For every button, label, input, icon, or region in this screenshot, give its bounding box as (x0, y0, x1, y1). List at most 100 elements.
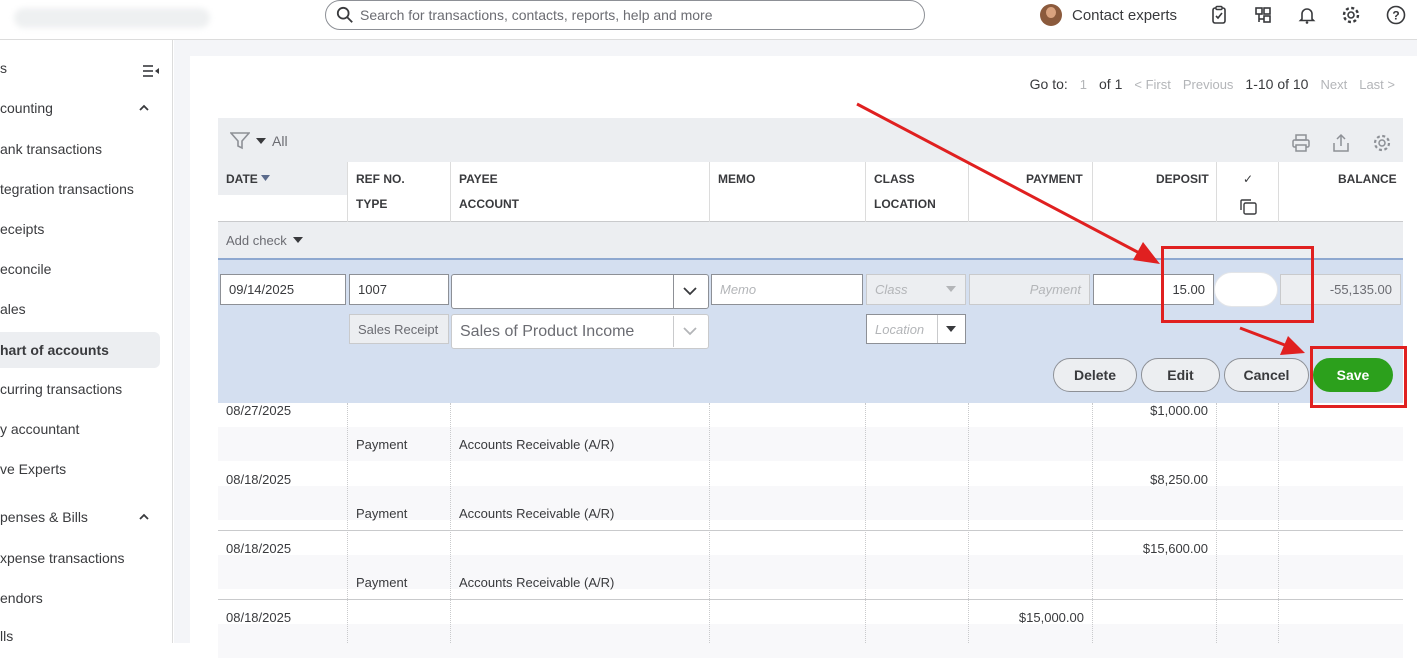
sidebar-item-label: tegration transactions (0, 181, 134, 197)
row-date: 08/18/2025 (226, 610, 292, 625)
type-field: Sales Receipt (349, 314, 449, 344)
page-number-input[interactable]: 1 (1080, 77, 1087, 92)
table-header (218, 162, 1403, 222)
sidebar-item-label: endors (0, 590, 43, 606)
apps-icon[interactable] (1253, 5, 1273, 25)
help-icon[interactable]: ? (1386, 5, 1406, 25)
caret-down-icon (256, 138, 266, 144)
chevron-up-icon[interactable] (138, 102, 150, 114)
row-date: 08/27/2025 (226, 403, 292, 418)
col-payment: PAYMENT (1026, 172, 1083, 186)
goto-label: Go to: (1029, 76, 1068, 92)
export-icon[interactable] (1331, 133, 1351, 153)
row-type: Payment (356, 575, 408, 590)
filter-button[interactable]: All (230, 132, 288, 150)
bell-icon[interactable] (1297, 5, 1317, 25)
register-toolbar: All (218, 118, 1403, 162)
sidebar-item-chart-of-accounts[interactable]: hart of accounts (0, 332, 160, 368)
annotation-box-deposit (1161, 246, 1314, 323)
next-page-link[interactable]: Next (1320, 77, 1347, 92)
previous-page-link[interactable]: Previous (1183, 77, 1234, 92)
sidebar-item-recurring-transactions[interactable]: curring transactions (0, 371, 160, 407)
row-deposit: $8,250.00 (1150, 472, 1208, 487)
caret-down-icon[interactable] (946, 326, 956, 333)
payee-field[interactable] (451, 274, 709, 309)
sidebar-item-label: econcile (0, 261, 52, 277)
sidebar-item-my-accountant[interactable]: y accountant (0, 411, 160, 447)
account-field[interactable]: Sales of Product Income (451, 314, 709, 349)
location-placeholder: Location (875, 321, 925, 337)
sidebar-item-receipts[interactable]: eceipts (0, 211, 160, 247)
sidebar-item-bank-transactions[interactable]: ank transactions (0, 131, 160, 167)
accounting-label: counting (0, 100, 53, 116)
cancel-button[interactable]: Cancel (1224, 358, 1309, 392)
col-account: ACCOUNT (459, 197, 519, 211)
class-placeholder: Class (875, 282, 908, 297)
sidebar-item-label: curring transactions (0, 381, 123, 397)
payment-field[interactable]: Payment (969, 274, 1090, 305)
search-icon (336, 6, 353, 23)
sidebar-section-accounting[interactable]: counting (0, 90, 160, 126)
sidebar-item-reconcile[interactable]: econcile (0, 251, 160, 287)
filter-value: All (272, 133, 288, 149)
memo-field[interactable]: Memo (711, 274, 863, 305)
payment-placeholder: Payment (1029, 282, 1081, 297)
row-deposit: $15,600.00 (1142, 541, 1208, 556)
clipboard-icon[interactable] (1209, 5, 1229, 25)
duplicate-icon[interactable] (1239, 199, 1257, 215)
type-value: Sales Receipt (358, 321, 439, 337)
sidebar: s counting ank transactions tegration tr… (0, 40, 173, 644)
sidebar-section-expenses[interactable]: penses & Bills (0, 499, 160, 535)
contact-experts-label: Contact experts (1072, 6, 1178, 24)
chevron-down-icon[interactable] (682, 326, 698, 336)
col-location: LOCATION (874, 197, 936, 211)
sidebar-header-label: s (0, 60, 7, 76)
sidebar-item-label: xpense transactions (0, 550, 125, 566)
annotation-box-save (1310, 346, 1407, 408)
sort-caret-icon (261, 175, 270, 181)
search-placeholder: Search for transactions, contacts, repor… (360, 7, 713, 23)
print-icon[interactable] (1291, 133, 1311, 153)
sidebar-item-label: lls (0, 628, 14, 644)
sidebar-item-label: eceipts (0, 221, 45, 237)
top-bar: Search for transactions, contacts, repor… (0, 0, 1417, 40)
col-memo: MEMO (718, 172, 756, 186)
chevron-down-icon[interactable] (682, 286, 698, 296)
sidebar-item-rules[interactable]: ales (0, 291, 160, 327)
ref-no-field[interactable]: 1007 (349, 274, 449, 305)
sidebar-item-integration-transactions[interactable]: tegration transactions (0, 171, 160, 207)
sidebar-item-vendors[interactable]: endors (0, 580, 160, 616)
contact-experts-button[interactable]: Contact experts (1040, 4, 1177, 26)
expenses-label: penses & Bills (0, 509, 88, 525)
row-date: 08/18/2025 (226, 541, 292, 556)
collapse-menu-icon[interactable] (143, 64, 159, 78)
row-account: Accounts Receivable (A/R) (459, 437, 615, 452)
expert-avatar (1040, 4, 1062, 26)
sidebar-item-label: ales (0, 301, 26, 317)
chevron-up-icon[interactable] (138, 511, 150, 523)
sidebar-header: s (0, 50, 160, 86)
sidebar-item-live-experts[interactable]: ve Experts (0, 451, 160, 487)
sidebar-item-bills[interactable]: lls (0, 618, 160, 654)
gear-icon[interactable] (1341, 5, 1361, 25)
add-check-label: Add check (226, 232, 287, 248)
first-page-link[interactable]: < First (1134, 77, 1170, 92)
range-label: 1-10 of 10 (1245, 76, 1309, 92)
delete-button[interactable]: Delete (1053, 358, 1137, 392)
date-field[interactable]: 09/14/2025 (220, 274, 346, 305)
table-row[interactable] (218, 600, 1403, 658)
balance-value: -55,135.00 (1329, 282, 1392, 297)
edit-button[interactable]: Edit (1141, 358, 1220, 392)
row-date: 08/18/2025 (226, 472, 292, 487)
col-date[interactable]: DATE (226, 172, 258, 186)
sidebar-item-expense-transactions[interactable]: xpense transactions (0, 540, 160, 576)
sidebar-item-label: ank transactions (0, 141, 102, 157)
account-value: Sales of Product Income (460, 322, 635, 340)
memo-placeholder: Memo (720, 282, 757, 297)
search-input[interactable]: Search for transactions, contacts, repor… (325, 0, 925, 30)
ref-value: 1007 (358, 282, 387, 297)
settings-gear-icon[interactable] (1372, 133, 1392, 153)
last-page-link[interactable]: Last > (1359, 77, 1395, 92)
col-deposit: DEPOSIT (1156, 172, 1209, 186)
row-type: Payment (356, 437, 408, 452)
